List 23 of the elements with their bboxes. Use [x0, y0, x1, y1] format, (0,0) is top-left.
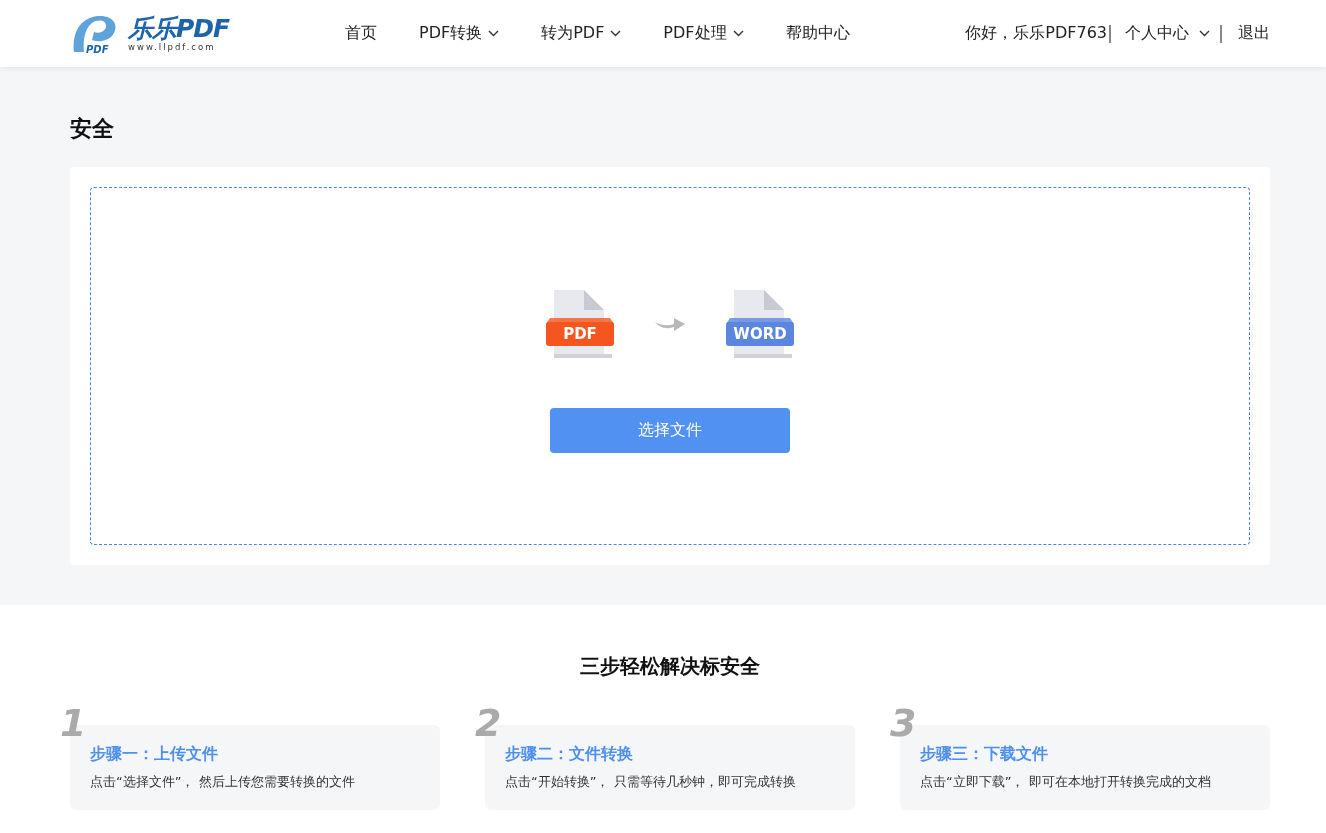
step-description: 点击“选择文件”， 然后上传您需要转换的文件 [90, 773, 356, 791]
logout-link[interactable]: 退出 [1238, 23, 1270, 44]
step-title: 步骤三：下载文件 [920, 743, 1049, 765]
drop-zone[interactable]: PDF WORD 选择文件 [90, 187, 1250, 545]
step-number: 3 [890, 703, 917, 743]
page-title: 安全 [70, 115, 115, 143]
step-title: 步骤一：上传文件 [90, 743, 219, 765]
nav-link[interactable]: 首页 [324, 23, 398, 44]
step-title: 步骤二：文件转换 [505, 743, 634, 765]
logo[interactable]: PDF 乐乐PDF www.llpdf.com [70, 13, 320, 54]
logo-url: www.llpdf.com [128, 41, 216, 52]
greeting-text: 你好，乐乐PDF763 [965, 23, 1107, 44]
nav-link[interactable]: PDF处理 [642, 23, 765, 44]
nav-link[interactable]: 转为PDF [520, 23, 643, 44]
nav-link[interactable]: 帮助中心 [764, 23, 871, 44]
logo-name: 乐乐PDF [128, 15, 230, 42]
step-description: 点击“开始转换”， 只需等待几秒钟，即可完成转换 [505, 773, 797, 791]
steps-title: 三步轻松解决标安全 [579, 653, 761, 680]
nav-link[interactable]: PDF转换 [398, 23, 521, 44]
step-number: 1 [60, 703, 87, 743]
step-number: 2 [475, 703, 502, 743]
account-menu[interactable]: 个人中心 [1125, 23, 1210, 44]
step-description: 点击“立即下载”， 即可在本地打开转换完成的文档 [920, 773, 1212, 791]
